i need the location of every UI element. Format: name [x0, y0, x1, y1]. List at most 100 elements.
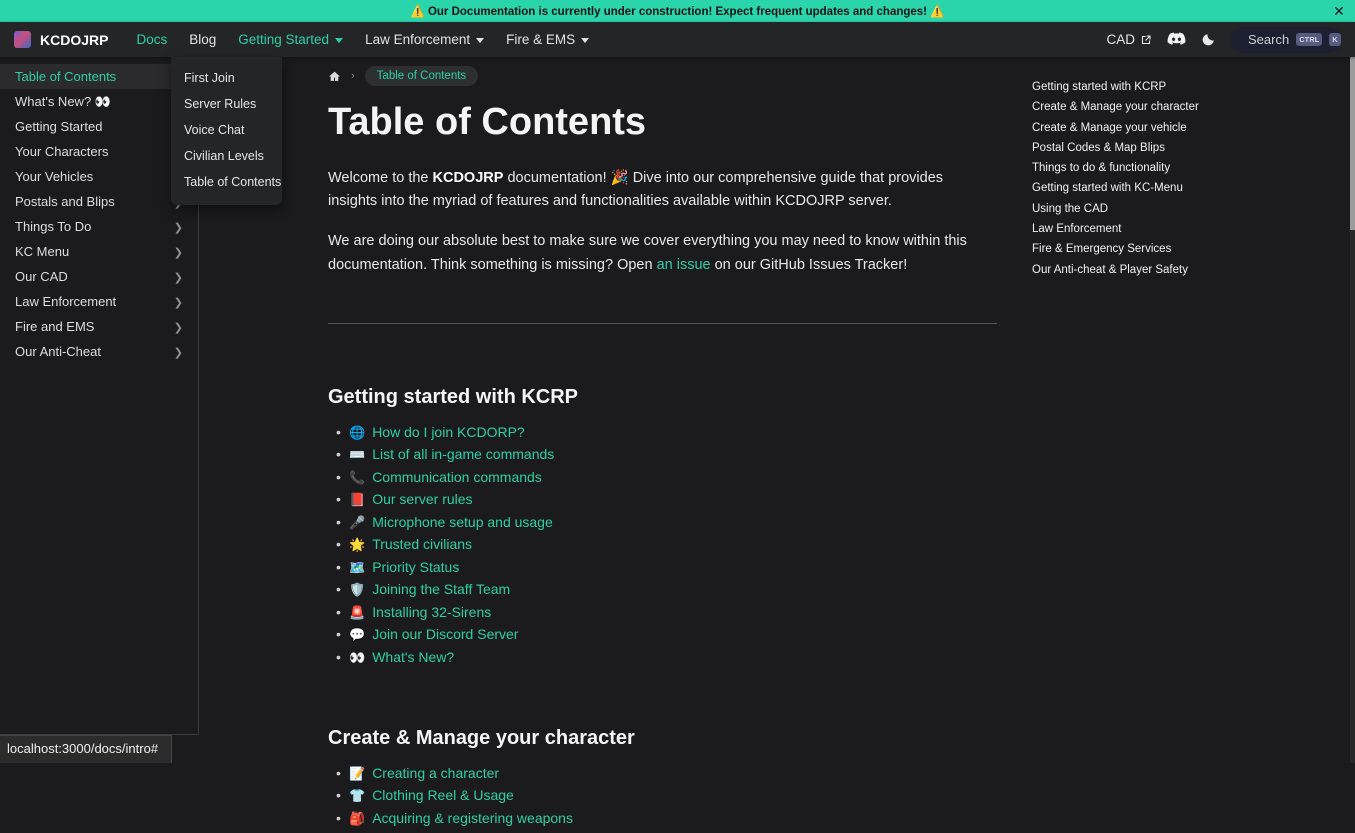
- divider: [328, 323, 997, 324]
- list-item: 👕 Clothing Reel & Usage: [349, 788, 1000, 803]
- dropdown-item-table-of-contents[interactable]: Table of Contents: [171, 169, 282, 195]
- doc-link[interactable]: Communication commands: [372, 469, 542, 485]
- search-input[interactable]: Search CTRL K: [1231, 27, 1341, 53]
- list-item: 🌐How do I join KCDORP?: [349, 425, 1000, 440]
- page-title: Table of Contents: [328, 101, 1000, 144]
- an-issue-link[interactable]: an issue: [657, 257, 711, 273]
- kbd-ctrl: CTRL: [1296, 33, 1322, 46]
- sidebar-item-your-characters[interactable]: Your Characters: [0, 139, 198, 164]
- list-item: 🛡️Joining the Staff Team: [349, 582, 1000, 597]
- home-icon[interactable]: [328, 70, 341, 83]
- dropdown-item-server-rules[interactable]: Server Rules: [171, 91, 282, 117]
- character-list: 📝 Creating a character 👕 Clothing Reel & U…: [328, 766, 1000, 826]
- sidebar-item-fire-and-ems[interactable]: Fire and EMS: [0, 314, 198, 339]
- doc-content: › Table of Contents Table of Contents We…: [328, 66, 1000, 833]
- sidebar-item-table-of-contents[interactable]: Table of Contents: [0, 64, 198, 89]
- sidebar-item-kc-menu[interactable]: KC Menu: [0, 239, 198, 264]
- chevron-right-icon: [174, 319, 183, 334]
- breadcrumb-current[interactable]: Table of Contents: [365, 66, 479, 86]
- list-item: 🎒 Acquiring & registering weapons: [349, 811, 1000, 826]
- speech-balloon-icon: 💬: [349, 627, 365, 642]
- doc-link[interactable]: Join our Discord Server: [372, 626, 518, 642]
- kbd-k: K: [1329, 33, 1340, 46]
- getting-started-list: 🌐How do I join KCDORP? ⌨️ List of all in-…: [328, 425, 1000, 665]
- feedback-paragraph: We are doing our absolute best to make s…: [328, 230, 990, 276]
- doc-link[interactable]: What's New?: [372, 649, 454, 665]
- announcement-bar: ⚠️ Our Documentation is currently under …: [0, 0, 1355, 22]
- toc-item[interactable]: Create & Manage your character: [1032, 102, 1242, 114]
- toc-item[interactable]: Our Anti-cheat & Player Safety: [1032, 265, 1242, 277]
- dark-mode-toggle-moon-icon[interactable]: [1201, 32, 1216, 47]
- doc-link[interactable]: Priority Status: [372, 559, 459, 575]
- siren-icon: 🚨: [349, 605, 365, 620]
- dropdown-item-voice-chat[interactable]: Voice Chat: [171, 117, 282, 143]
- list-item: 📞 Communication commands: [349, 470, 1000, 485]
- doc-link[interactable]: Clothing Reel & Usage: [372, 787, 514, 803]
- doc-link[interactable]: Acquiring & registering weapons: [372, 810, 573, 826]
- keyboard-icon: ⌨️: [349, 447, 365, 462]
- status-url-tooltip: localhost:3000/docs/intro#: [0, 735, 172, 763]
- toc-item[interactable]: Postal Codes & Map Blips: [1032, 143, 1242, 155]
- sidebar-item-law-enforcement[interactable]: Law Enforcement: [0, 289, 198, 314]
- brand-title[interactable]: KCDOJRP: [40, 32, 108, 48]
- doc-link[interactable]: Joining the Staff Team: [372, 581, 510, 597]
- doc-link[interactable]: Installing 32-Sirens: [372, 604, 491, 620]
- list-item: 💬 Join our Discord Server: [349, 627, 1000, 642]
- backpack-icon: 🎒: [349, 811, 365, 826]
- sidebar-item-postals-and-blips[interactable]: Postals and Blips: [0, 189, 198, 214]
- nav-docs[interactable]: Docs: [125, 22, 178, 57]
- toc-item[interactable]: Things to do & functionality: [1032, 163, 1242, 175]
- toc-item[interactable]: Fire & Emergency Services: [1032, 244, 1242, 256]
- doc-link[interactable]: Trusted civilians: [372, 536, 472, 552]
- doc-link[interactable]: Our server rules: [372, 491, 472, 507]
- section-heading-character: Create & Manage your character: [328, 727, 1000, 750]
- nav-law-enforcement[interactable]: Law Enforcement: [354, 22, 495, 57]
- site-logo[interactable]: [14, 31, 31, 48]
- tshirt-icon: 👕: [349, 788, 365, 803]
- eyes-icon: 👀: [349, 650, 365, 665]
- nav-fire-ems[interactable]: Fire & EMS: [495, 22, 600, 57]
- dropdown-item-first-join[interactable]: First Join: [171, 65, 282, 91]
- doc-link[interactable]: Microphone setup and usage: [372, 514, 553, 530]
- doc-link[interactable]: List of all in-game commands: [372, 446, 554, 462]
- nav-getting-started[interactable]: Getting Started: [227, 22, 354, 57]
- toc-item[interactable]: Create & Manage your vehicle: [1032, 123, 1242, 135]
- sidebar-item-things-to-do[interactable]: Things To Do: [0, 214, 198, 239]
- navbar-right: CAD Search CTRL K: [1106, 27, 1341, 53]
- toc-item[interactable]: Getting started with KCRP: [1032, 82, 1242, 94]
- list-item: ⌨️ List of all in-game commands: [349, 447, 1000, 462]
- toc-item[interactable]: Getting started with KC-Menu: [1032, 183, 1242, 195]
- map-icon: 🗺️: [349, 560, 365, 575]
- sidebar-item-our-cad[interactable]: Our CAD: [0, 264, 198, 289]
- glowing-star-icon: 🌟: [349, 537, 365, 552]
- chevron-right-icon: [174, 219, 183, 234]
- close-icon[interactable]: ✕: [1328, 0, 1350, 22]
- doc-link[interactable]: How do I join KCDORP?: [372, 424, 525, 440]
- chevron-right-icon: [174, 269, 183, 284]
- list-item: 🎤 Microphone setup and usage: [349, 515, 1000, 530]
- navbar: KCDOJRP Docs Blog Getting Started Law En…: [0, 22, 1355, 57]
- doc-link[interactable]: Creating a character: [372, 765, 499, 781]
- sidebar-item-getting-started[interactable]: Getting Started: [0, 114, 198, 139]
- chevron-down-icon: [335, 38, 343, 43]
- brand-bold: KCDOJRP: [433, 170, 504, 186]
- discord-icon[interactable]: [1167, 32, 1186, 47]
- chevron-right-icon: [174, 244, 183, 259]
- chevron-right-icon: [174, 344, 183, 359]
- external-link-icon: [1140, 34, 1152, 46]
- sidebar-item-our-anti-cheat[interactable]: Our Anti-Cheat: [0, 339, 198, 364]
- memo-icon: 📝: [349, 766, 365, 781]
- dropdown-item-civilian-levels[interactable]: Civilian Levels: [171, 143, 282, 169]
- microphone-icon: 🎤: [349, 515, 365, 530]
- sidebar-item-your-vehicles[interactable]: Your Vehicles: [0, 164, 198, 189]
- toc-item[interactable]: Law Enforcement: [1032, 224, 1242, 236]
- announcement-text: ⚠️ Our Documentation is currently under …: [410, 4, 944, 18]
- toc-item[interactable]: Using the CAD: [1032, 204, 1242, 216]
- page-scrollbar[interactable]: [1350, 22, 1355, 763]
- search-placeholder: Search: [1248, 32, 1289, 47]
- telephone-icon: 📞: [349, 470, 365, 485]
- nav-blog[interactable]: Blog: [178, 22, 227, 57]
- nav-cad-link[interactable]: CAD: [1106, 32, 1152, 47]
- sidebar-item-whats-new[interactable]: What's New? 👀: [0, 89, 198, 114]
- list-item: 🌟 Trusted civilians: [349, 537, 1000, 552]
